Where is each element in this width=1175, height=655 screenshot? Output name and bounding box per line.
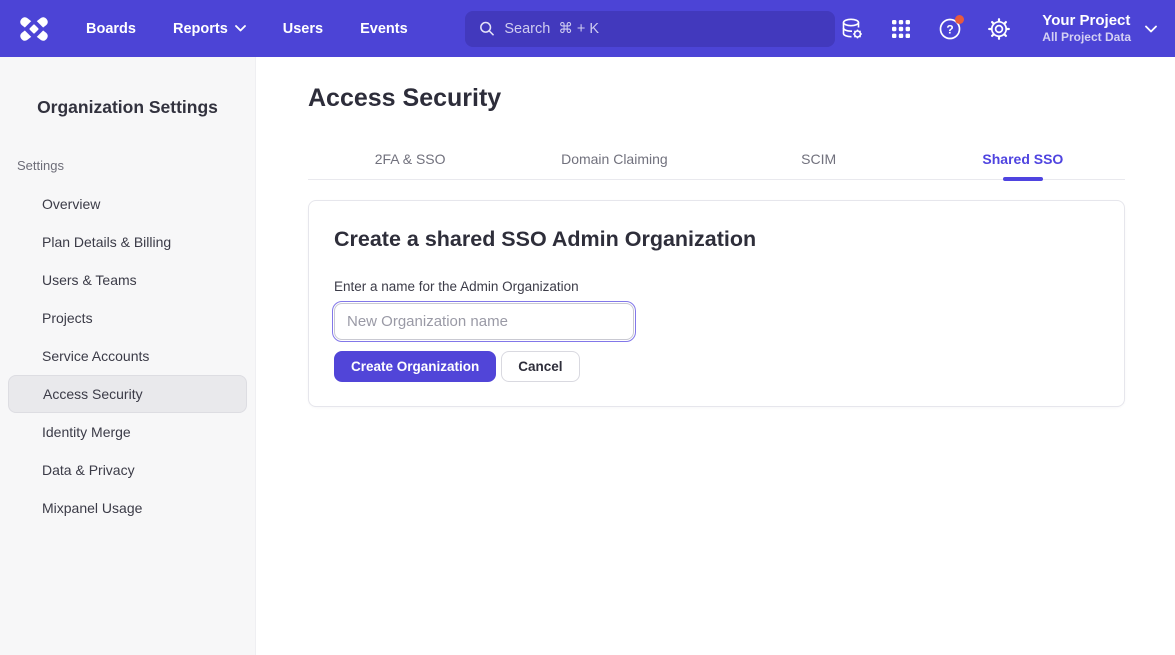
help-icon[interactable]: ? xyxy=(936,15,964,43)
sidebar-title: Organization Settings xyxy=(0,97,255,118)
organization-name-input[interactable] xyxy=(334,303,634,340)
sidebar-section-label: Settings xyxy=(0,158,255,173)
sidebar-item-projects[interactable]: Projects xyxy=(8,299,247,337)
page-title: Access Security xyxy=(308,84,1175,113)
active-tab-underline xyxy=(1003,177,1043,181)
sidebar-item-plan-details-billing[interactable]: Plan Details & Billing xyxy=(8,223,247,261)
create-sso-admin-org-card: Create a shared SSO Admin Organization E… xyxy=(308,200,1125,407)
nav-item-label: Users xyxy=(283,21,323,37)
nav-item-label: Events xyxy=(360,21,408,37)
create-organization-button[interactable]: Create Organization xyxy=(334,351,496,382)
access-security-tabs: 2FA & SSO Domain Claiming SCIM Shared SS… xyxy=(308,147,1125,180)
org-name-field-label: Enter a name for the Admin Organization xyxy=(334,279,1099,294)
data-management-icon[interactable] xyxy=(838,15,866,43)
search-input[interactable] xyxy=(504,21,820,37)
tab-domain-claiming[interactable]: Domain Claiming xyxy=(512,147,716,179)
settings-gear-icon[interactable] xyxy=(985,15,1013,43)
settings-sidebar: Organization Settings Settings Overview … xyxy=(0,57,256,655)
sidebar-item-access-security[interactable]: Access Security xyxy=(8,375,247,413)
sidebar-item-mixpanel-usage[interactable]: Mixpanel Usage xyxy=(8,489,247,527)
main-content: Access Security 2FA & SSO Domain Claimin… xyxy=(256,57,1175,655)
nav-item-users[interactable]: Users xyxy=(283,21,323,37)
apps-grid-icon[interactable] xyxy=(887,15,915,43)
top-navbar: Boards Reports Users Events xyxy=(0,0,1175,57)
nav-item-events[interactable]: Events xyxy=(360,21,408,37)
svg-text:?: ? xyxy=(947,22,954,36)
card-heading: Create a shared SSO Admin Organization xyxy=(334,227,1099,252)
sidebar-item-identity-merge[interactable]: Identity Merge xyxy=(8,413,247,451)
primary-nav: Boards Reports Users Events xyxy=(86,21,408,37)
nav-item-label: Reports xyxy=(173,21,228,37)
nav-item-reports[interactable]: Reports xyxy=(173,21,246,37)
cancel-button[interactable]: Cancel xyxy=(501,351,579,382)
tab-label: SCIM xyxy=(801,151,836,167)
nav-item-boards[interactable]: Boards xyxy=(86,21,136,37)
tab-label: Shared SSO xyxy=(982,151,1063,167)
mixpanel-logo[interactable] xyxy=(18,13,50,45)
project-name: Your Project xyxy=(1042,12,1131,30)
project-data-scope: All Project Data xyxy=(1042,30,1131,46)
chevron-down-icon xyxy=(235,25,246,32)
sidebar-item-service-accounts[interactable]: Service Accounts xyxy=(8,337,247,375)
sidebar-item-overview[interactable]: Overview xyxy=(8,185,247,223)
chevron-down-icon xyxy=(1145,25,1157,33)
tab-shared-sso[interactable]: Shared SSO xyxy=(921,147,1125,179)
tab-label: 2FA & SSO xyxy=(375,151,446,167)
sidebar-item-users-teams[interactable]: Users & Teams xyxy=(8,261,247,299)
tab-label: Domain Claiming xyxy=(561,151,668,167)
project-selector[interactable]: Your Project All Project Data xyxy=(1042,12,1157,46)
tab-2fa-sso[interactable]: 2FA & SSO xyxy=(308,147,512,179)
tab-scim[interactable]: SCIM xyxy=(717,147,921,179)
search-icon xyxy=(479,20,495,37)
navbar-right-cluster: ? Your Project All Project Data xyxy=(838,12,1157,46)
notification-dot xyxy=(955,15,964,24)
sidebar-item-data-privacy[interactable]: Data & Privacy xyxy=(8,451,247,489)
global-search[interactable] xyxy=(465,11,835,47)
nav-item-label: Boards xyxy=(86,21,136,37)
